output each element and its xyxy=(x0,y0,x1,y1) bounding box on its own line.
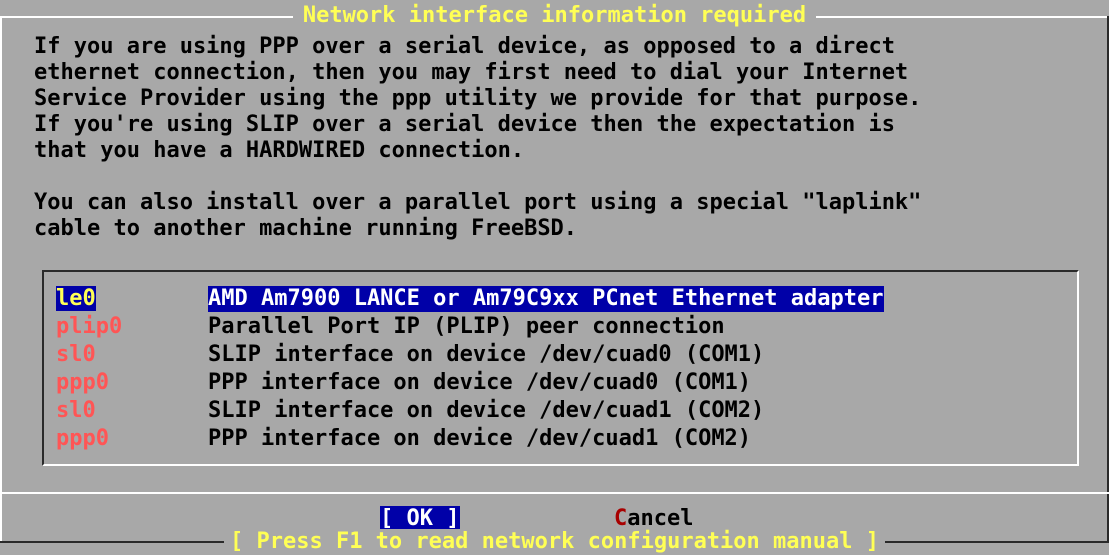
button-separator xyxy=(0,492,1109,494)
device-description: Parallel Port IP (PLIP) peer connection xyxy=(208,314,725,339)
device-description: PPP interface on device /dev/cuad1 (COM2… xyxy=(208,426,752,451)
list-item[interactable]: sl0 SLIP interface on device /dev/cuad1 … xyxy=(56,398,764,424)
help-hint: [ Press F1 to read network configuration… xyxy=(0,528,1109,555)
list-item[interactable]: sl0 SLIP interface on device /dev/cuad0 … xyxy=(56,342,764,368)
list-item[interactable]: ppp0 PPP interface on device /dev/cuad0 … xyxy=(56,370,751,396)
list-item[interactable]: le0 AMD Am7900 LANCE or Am79C9xx PCnet E… xyxy=(56,286,884,312)
device-name: le0 xyxy=(56,286,96,311)
device-name: sl0 xyxy=(56,398,96,423)
list-item[interactable]: ppp0 PPP interface on device /dev/cuad1 … xyxy=(56,426,751,452)
device-name: ppp0 xyxy=(56,370,109,395)
device-name: sl0 xyxy=(56,342,96,367)
device-description: SLIP interface on device /dev/cuad0 (COM… xyxy=(208,342,765,367)
device-description: PPP interface on device /dev/cuad0 (COM1… xyxy=(208,370,752,395)
device-description: SLIP interface on device /dev/cuad1 (COM… xyxy=(208,398,765,423)
device-name: plip0 xyxy=(56,314,123,339)
help-hint-text: [ Press F1 to read network configuration… xyxy=(223,529,885,554)
device-name: ppp0 xyxy=(56,426,109,451)
list-item[interactable]: plip0 Parallel Port IP (PLIP) peer conne… xyxy=(56,314,725,340)
dialog-border-left xyxy=(0,16,2,543)
dialog-title-text: Network interface information required xyxy=(292,3,817,28)
dialog-title: Network interface information required xyxy=(0,3,1109,29)
intro-text: If you are using PPP over a serial devic… xyxy=(34,34,922,241)
device-description: AMD Am7900 LANCE or Am79C9xx PCnet Ether… xyxy=(208,286,884,312)
